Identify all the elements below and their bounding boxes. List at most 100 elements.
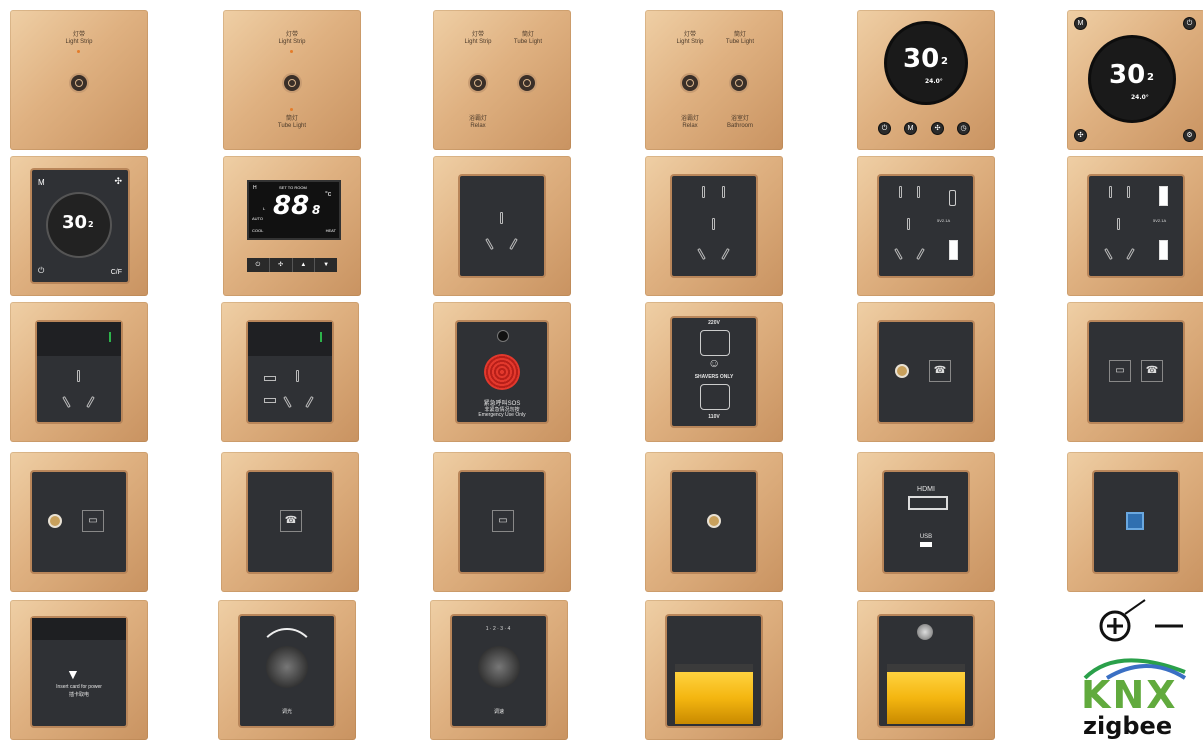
sos-button[interactable]: [484, 354, 520, 390]
card-slot[interactable]: [32, 618, 126, 640]
data-port[interactable]: ▭: [492, 510, 514, 532]
footlight-insert: [879, 616, 973, 726]
media-insert: ▭: [460, 472, 544, 572]
thermostat-display: 30 2 24.0°: [1091, 38, 1173, 120]
power-icon[interactable]: ⏻: [247, 258, 270, 272]
touch-button-2[interactable]: [519, 75, 535, 91]
usb-c-port[interactable]: [949, 190, 956, 206]
unit-toggle[interactable]: C/F: [111, 269, 122, 276]
label-3-cn: 浴霸灯: [680, 116, 699, 122]
media-insert: ▭: [32, 472, 126, 572]
label-1-cn: 灯带: [683, 32, 696, 38]
mode-icon[interactable]: M: [1075, 18, 1086, 29]
tv-phone-panel: ☎: [857, 302, 995, 442]
neutral-pin: [305, 396, 314, 408]
flat-pin-1: [1109, 186, 1112, 198]
mode-label[interactable]: M: [38, 178, 45, 187]
data-port[interactable]: ▭: [1109, 360, 1131, 382]
fan-icon[interactable]: ✣: [114, 176, 122, 187]
hdmi-port[interactable]: [908, 496, 948, 510]
socket-insert: [37, 322, 121, 422]
label-4-en: Bathroom: [726, 123, 753, 129]
touch-button-1[interactable]: [682, 75, 698, 91]
telephone-port[interactable]: ☎: [280, 510, 302, 532]
earth-pin: [907, 218, 910, 230]
socket-5pin-panel: [645, 156, 783, 296]
motion-sensor-icon: [917, 624, 933, 640]
plus-minus-icon: [1099, 599, 1183, 642]
live-pin: [1104, 248, 1113, 260]
tv-data-panel: ▭: [10, 452, 148, 592]
media-insert: [1094, 472, 1178, 572]
fan-icon[interactable]: ✣: [1075, 130, 1086, 141]
power-icon[interactable]: ⏻: [1184, 18, 1195, 29]
media-insert: ☎: [248, 472, 332, 572]
dimmer-insert: 调光: [240, 616, 334, 726]
indicator-led: [290, 108, 293, 111]
media-insert: ☎: [879, 322, 973, 422]
earth-pin: [296, 370, 299, 382]
fan-icon[interactable]: ✣: [932, 123, 943, 134]
earth-pin: [77, 370, 80, 382]
label-4-cn: 浴室灯: [730, 116, 749, 122]
power-icon[interactable]: ⏻: [38, 266, 44, 276]
flat-pin-1: [899, 186, 902, 198]
switch-indicator: [109, 332, 111, 342]
sensor-footlight-panel: [857, 600, 995, 740]
label-2-cn: 筒灯: [521, 32, 534, 38]
arrow-down-icon: ▼: [66, 666, 80, 682]
live-pin: [894, 248, 903, 260]
temperature-decimal: 2: [941, 56, 948, 67]
touch-button-1[interactable]: [470, 75, 486, 91]
down-icon[interactable]: ▼: [315, 258, 337, 272]
footlight-panel: [645, 600, 783, 740]
live-pin: [283, 396, 292, 408]
setroom-label: SET TO ROOM: [279, 185, 307, 190]
cool-label: COOL: [252, 228, 264, 233]
thermostat-round-panel: 30 2 24.0° ⏻ M ✣ ◷: [857, 10, 995, 150]
phone-panel: ☎: [221, 452, 359, 592]
tv-coax-port[interactable]: [897, 366, 907, 376]
usb-rating: 5V2.1A: [1153, 218, 1167, 223]
switched-5pin-socket-panel: [221, 302, 359, 442]
shaver-icon: ☺: [708, 356, 721, 370]
touch-button[interactable]: [284, 75, 300, 91]
heat-label: HEAT: [325, 228, 336, 233]
usb-a-port-1[interactable]: [1159, 186, 1168, 206]
live-pin: [485, 238, 494, 250]
auto-label: AUTO: [252, 216, 264, 221]
settings-icon[interactable]: ⚙: [1184, 130, 1195, 141]
tv-coax-port[interactable]: [709, 516, 719, 526]
tv-coax-port[interactable]: [50, 516, 60, 526]
media-insert: [672, 472, 756, 572]
rocker-switch[interactable]: [37, 322, 121, 356]
led-light: [675, 664, 753, 724]
lo-label: L: [263, 206, 266, 211]
label-1-en: Light Strip: [464, 39, 492, 45]
touch-button[interactable]: [71, 75, 87, 91]
telephone-port[interactable]: ☎: [929, 360, 951, 382]
power-icon[interactable]: ⏻: [879, 123, 890, 134]
card-en-label: Insert card for power: [56, 684, 102, 690]
thermostat-display: 30 2: [48, 194, 110, 256]
knx-logo: KNX: [1081, 673, 1178, 717]
hi-label: H: [253, 185, 257, 191]
label-3-en: Relax: [682, 123, 698, 129]
telephone-port[interactable]: ☎: [1141, 360, 1163, 382]
touch-button-2[interactable]: [731, 75, 747, 91]
zigbee-logo: zigbee: [1083, 712, 1173, 740]
clock-icon[interactable]: ◷: [958, 123, 969, 134]
usb-port[interactable]: [920, 542, 932, 547]
rocker-switch[interactable]: [248, 322, 332, 356]
live-pin: [697, 248, 706, 260]
switch-indicator: [320, 332, 322, 342]
data-port[interactable]: ▭: [82, 510, 104, 532]
speed-knob[interactable]: [478, 646, 520, 688]
up-icon[interactable]: ▲: [293, 258, 316, 272]
network-port[interactable]: [1126, 512, 1144, 530]
dimmer-knob[interactable]: [266, 646, 308, 688]
usb-a-port-2[interactable]: [1159, 240, 1168, 260]
usb-a-port[interactable]: [949, 240, 958, 260]
mode-icon[interactable]: M: [905, 123, 916, 134]
fan-icon[interactable]: ✣: [270, 258, 293, 272]
